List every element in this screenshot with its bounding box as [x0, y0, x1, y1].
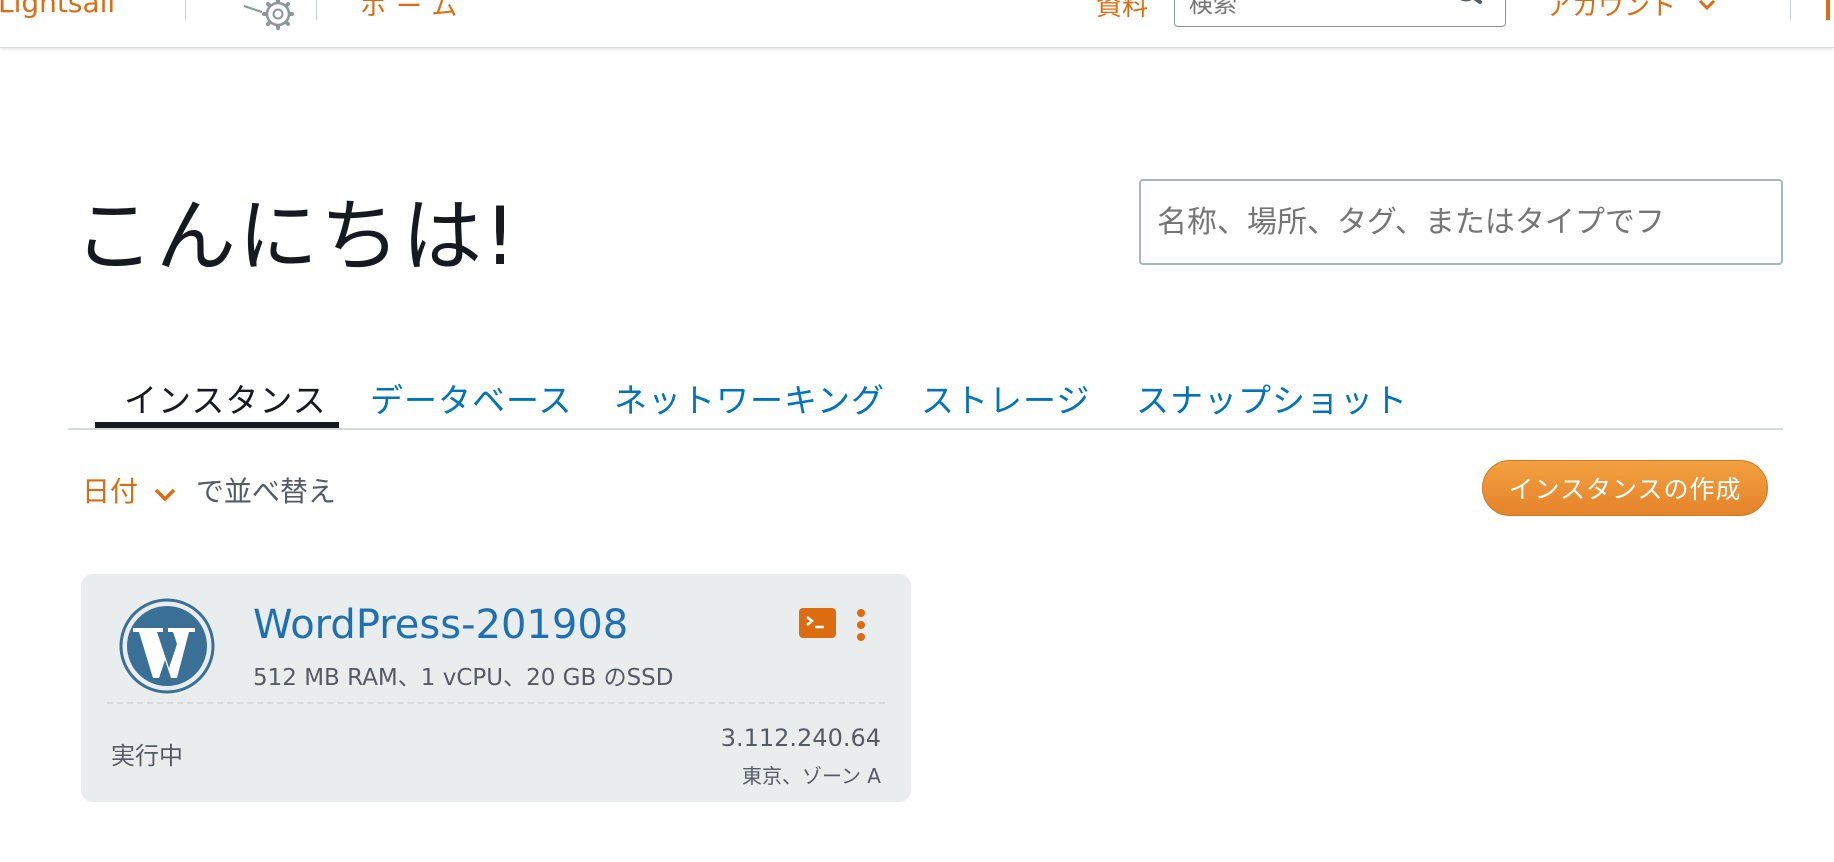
- sort-key-label: 日付: [82, 475, 139, 508]
- instance-zone: 東京、ゾーン A: [741, 764, 881, 788]
- resource-filter-input[interactable]: [1139, 179, 1783, 265]
- account-label: アカウント: [1546, 0, 1677, 22]
- card-divider: [107, 702, 885, 704]
- tab-instances[interactable]: インスタンス: [124, 374, 327, 422]
- nav-divider: [1790, 0, 1791, 20]
- sort-control: 日付 で並べ替え: [82, 470, 336, 510]
- instance-card[interactable]: WordPress-201908 512 MB RAM、1 vCPU、20 GB…: [81, 574, 911, 802]
- account-menu[interactable]: アカウント: [1546, 0, 1716, 23]
- search-icon[interactable]: [1452, 0, 1488, 12]
- resource-tabs: インスタンス データベース ネットワーキング ストレージ スナップショット: [68, 370, 1783, 430]
- top-navigation-bar: Lightsail ホーム 資料 検索 アカウント: [0, 0, 1834, 48]
- instance-spec: 512 MB RAM、1 vCPU、20 GB のSSD: [253, 665, 674, 691]
- nav-divider: [185, 0, 186, 20]
- page-greeting: こんにちは!: [74, 190, 519, 283]
- chevron-down-icon: [153, 477, 177, 510]
- nav-edge-marker: [1826, 0, 1830, 20]
- instance-ip-address: 3.112.240.64: [720, 724, 881, 752]
- wordpress-icon: [119, 598, 215, 694]
- instance-name-link[interactable]: WordPress-201908: [253, 602, 628, 648]
- tab-snapshots[interactable]: スナップショット: [1136, 374, 1408, 422]
- instance-status: 実行中: [111, 742, 183, 770]
- nav-divider: [316, 0, 317, 20]
- tab-storage[interactable]: ストレージ: [921, 374, 1090, 422]
- tab-networking[interactable]: ネットワーキング: [614, 374, 885, 422]
- sort-suffix-label: で並べ替え: [195, 475, 336, 508]
- active-tab-indicator: [95, 422, 339, 428]
- brand-logo[interactable]: Lightsail: [0, 0, 115, 19]
- sort-key-dropdown[interactable]: 日付: [82, 475, 186, 508]
- terminal-icon[interactable]: [799, 608, 836, 638]
- docs-link[interactable]: 資料: [1096, 0, 1148, 23]
- settings-gears-icon[interactable]: [220, 0, 298, 32]
- chevron-down-icon: [1698, 0, 1716, 18]
- brand-name: Lightsail: [0, 0, 116, 19]
- create-instance-button[interactable]: インスタンスの作成: [1482, 460, 1768, 516]
- tab-databases[interactable]: データベース: [370, 374, 572, 422]
- more-options-icon[interactable]: [855, 608, 867, 642]
- home-link[interactable]: ホーム: [360, 0, 467, 23]
